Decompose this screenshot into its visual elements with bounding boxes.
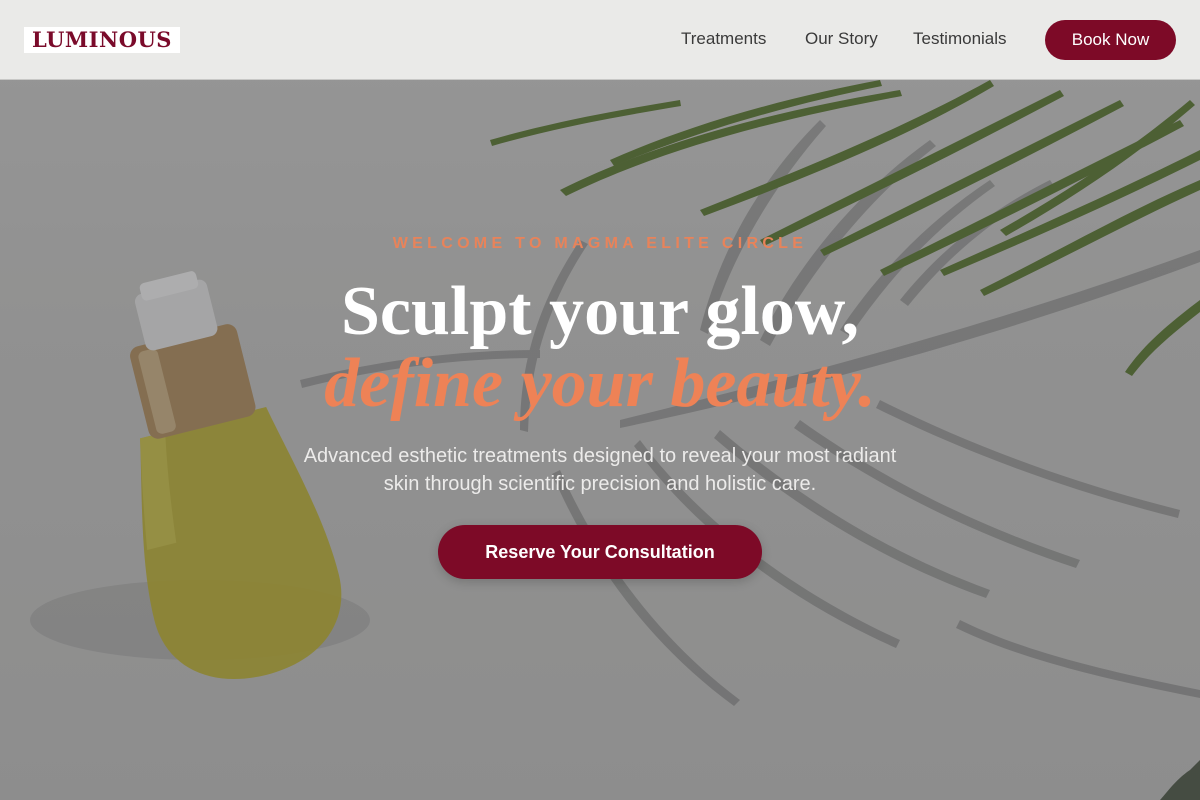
site-header: LUMINOUS Treatments Our Story Testimonia… bbox=[0, 0, 1200, 80]
hero-headline-line1: Sculpt your glow, bbox=[341, 273, 859, 350]
nav-link-treatments[interactable]: Treatments bbox=[681, 29, 766, 49]
nav-link-testimonials[interactable]: Testimonials bbox=[913, 29, 1007, 49]
hero-headline-line2: define your beauty. bbox=[324, 345, 876, 422]
nav-link-our-story[interactable]: Our Story bbox=[805, 29, 878, 49]
book-now-button[interactable]: Book Now bbox=[1045, 20, 1176, 60]
hero-subtext: Advanced esthetic treatments designed to… bbox=[303, 445, 897, 495]
brand-logo[interactable]: LUMINOUS bbox=[24, 27, 180, 53]
hero-eyebrow: WELCOME TO MAGMA ELITE CIRCLE bbox=[392, 235, 808, 252]
reserve-consultation-button[interactable]: Reserve Your Consultation bbox=[438, 525, 762, 579]
